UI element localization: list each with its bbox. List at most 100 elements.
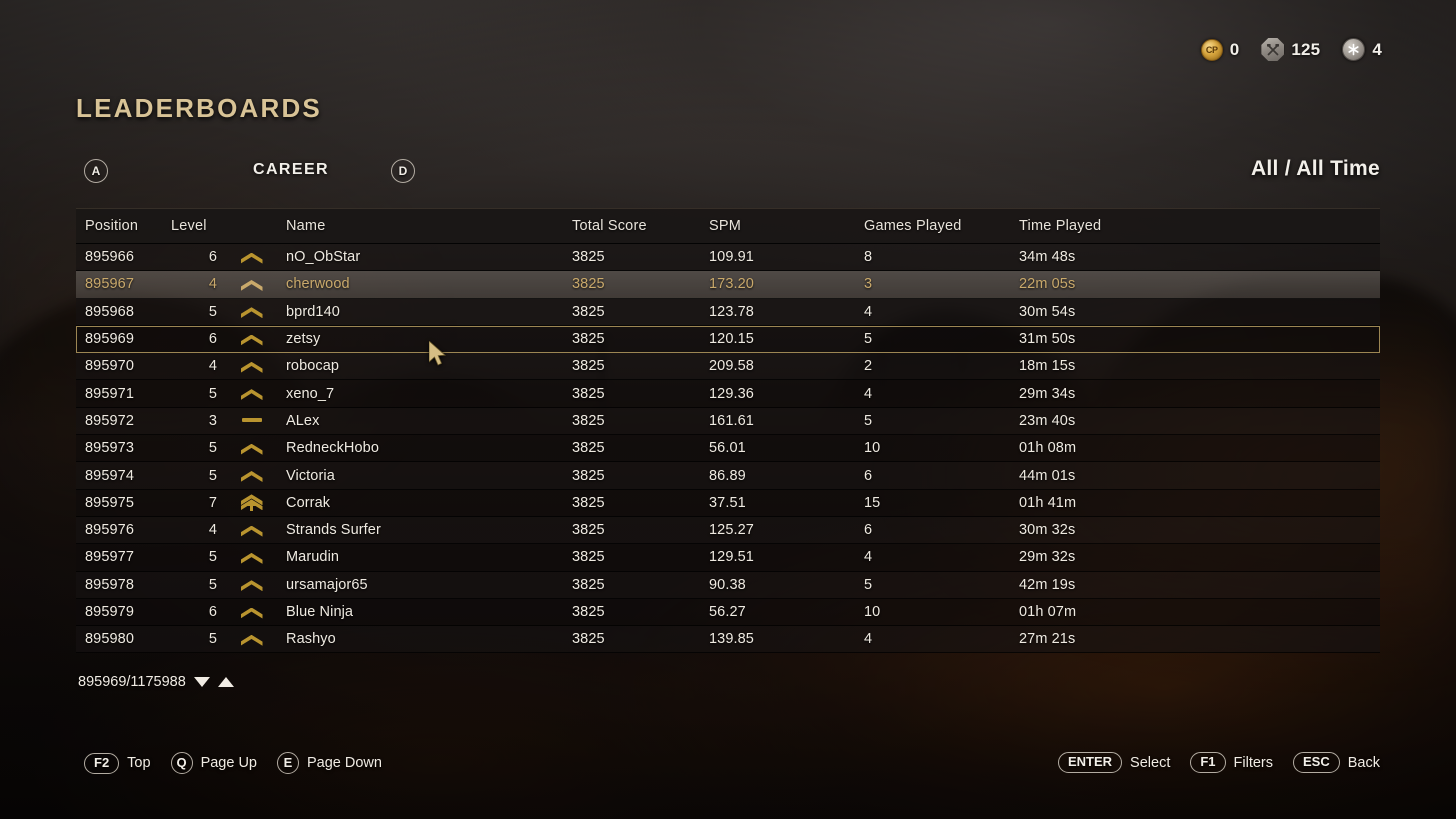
cell-total-score: 3825 xyxy=(572,467,605,484)
column-header-level: Level xyxy=(171,218,207,234)
cell-name: Marudin xyxy=(286,549,340,566)
cell-level: 5 xyxy=(208,549,217,566)
cell-spm: 173.20 xyxy=(709,276,754,293)
rank-chevron-icon xyxy=(239,331,265,348)
table-row[interactable]: 895969 6 zetsy 3825 120.15 5 31m 50s xyxy=(76,325,1380,354)
cell-name: Blue Ninja xyxy=(286,604,354,620)
scroll-down-icon[interactable] xyxy=(193,677,210,687)
table-row[interactable]: 895980 5 Rashyo 3825 139.85 4 27m 21s xyxy=(76,626,1380,654)
cell-level: 6 xyxy=(208,331,217,348)
table-row[interactable]: 895977 5 Marudin 3825 129.51 4 29m 32s xyxy=(76,544,1380,572)
screw-star-icon xyxy=(1342,38,1366,61)
cp-coin-label: CP xyxy=(1205,44,1218,55)
table-row[interactable]: 895966 6 nO_ObStar 3825 109.91 8 34m 48s xyxy=(76,244,1380,272)
cell-rank-insignia xyxy=(223,549,286,566)
cell-total-score: 3825 xyxy=(572,576,605,593)
cell-time-played: 31m 50s xyxy=(1019,331,1076,348)
cell-total-score: 3825 xyxy=(572,303,605,320)
cell-level: 5 xyxy=(208,467,217,484)
cell-spm: 123.78 xyxy=(709,303,754,320)
key-hint-label: Top xyxy=(127,755,151,771)
cell-spm: 129.36 xyxy=(709,385,754,402)
key-hint-top[interactable]: F2 Top xyxy=(84,752,151,774)
cell-level: 3 xyxy=(208,412,217,429)
table-row[interactable]: 895967 4 cherwood 3825 173.20 3 22m 05s xyxy=(76,271,1380,299)
cell-spm: 90.38 xyxy=(709,576,746,593)
key-hint-select[interactable]: ENTER Select xyxy=(1057,752,1171,773)
cell-rank-insignia xyxy=(223,467,286,484)
cell-spm: 125.27 xyxy=(709,522,754,539)
cell-total-score: 3825 xyxy=(572,440,605,457)
cell-games-played: 15 xyxy=(864,494,881,511)
table-row[interactable]: 895971 5 xeno_7 3825 129.36 4 29m 34s xyxy=(76,380,1380,408)
cell-level: 5 xyxy=(208,303,217,320)
table-row[interactable]: 895978 5 ursamajor65 3825 90.38 5 42m 19s xyxy=(76,571,1380,599)
key-hint-filters[interactable]: F1 Filters xyxy=(1190,752,1273,773)
cell-games-played: 4 xyxy=(864,385,873,402)
cell-spm: 109.91 xyxy=(709,249,754,266)
table-row[interactable]: 895970 4 robocap 3825 209.58 2 18m 15s xyxy=(76,353,1380,381)
keycap: E xyxy=(277,752,299,774)
cell-total-score: 3825 xyxy=(572,249,605,266)
cell-spm: 120.15 xyxy=(709,331,754,348)
cell-position: 895967 xyxy=(85,276,134,293)
cell-name: Rashyo xyxy=(286,631,336,648)
mouse-cursor xyxy=(429,341,446,366)
tab-prev-key-a[interactable]: A xyxy=(84,159,108,183)
table-row[interactable]: 895975 7 Corrak 3825 37.51 15 01h 41m xyxy=(76,489,1380,517)
column-header-total-score: Total Score xyxy=(572,218,647,234)
cell-rank-insignia xyxy=(223,604,286,621)
table-row[interactable]: 895974 5 Victoria 3825 86.89 6 44m 01s xyxy=(76,462,1380,490)
cell-games-played: 6 xyxy=(864,522,873,539)
scroll-up-icon[interactable] xyxy=(217,677,234,687)
table-row[interactable]: 895979 6 Blue Ninja 3825 56.27 10 01h 07m xyxy=(76,598,1380,627)
cell-rank-insignia xyxy=(223,522,286,539)
rank-chevron-icon xyxy=(239,576,265,593)
cell-total-score: 3825 xyxy=(572,331,605,348)
cell-rank-insignia xyxy=(223,358,286,375)
rank-chevron-icon xyxy=(239,604,265,621)
tab-current-career[interactable]: CAREER xyxy=(186,161,396,179)
key-hint-label: Select xyxy=(1130,754,1171,771)
table-row[interactable]: 895968 5 bprd140 3825 123.78 4 30m 54s xyxy=(76,298,1380,326)
page-title: LEADERBOARDS xyxy=(76,93,322,123)
tab-next-key-d[interactable]: D xyxy=(391,159,415,183)
rank-double-chevron-icon xyxy=(239,494,265,512)
cell-time-played: 01h 41m xyxy=(1019,494,1077,511)
cell-level: 5 xyxy=(208,631,217,648)
screws-value: 4 xyxy=(1372,39,1382,59)
rank-chevron-icon xyxy=(239,249,265,266)
cell-time-played: 01h 07m xyxy=(1019,604,1077,620)
cell-time-played: 23m 40s xyxy=(1019,412,1076,429)
cell-level: 5 xyxy=(208,440,217,457)
filter-status[interactable]: All / All Time xyxy=(1251,157,1380,181)
cell-level: 7 xyxy=(208,494,217,511)
cell-spm: 56.27 xyxy=(709,604,746,620)
cell-rank-insignia xyxy=(223,276,286,293)
cell-games-played: 4 xyxy=(864,631,873,648)
key-hint-back[interactable]: ESC Back xyxy=(1293,752,1380,773)
key-hint-page-up[interactable]: Q Page Up xyxy=(170,752,257,774)
rank-chevron-icon xyxy=(239,276,265,293)
cell-name: nO_ObStar xyxy=(286,249,361,266)
table-body: 895966 6 nO_ObStar 3825 109.91 8 34m 48s 895967… xyxy=(76,244,1380,654)
cell-level: 6 xyxy=(208,604,217,620)
table-row[interactable]: 895976 4 Strands Surfer 3825 125.27 6 30m 32s xyxy=(76,516,1380,545)
rank-chevron-icon xyxy=(239,631,265,648)
key-hint-page-down[interactable]: E Page Down xyxy=(277,752,382,774)
cell-position: 895978 xyxy=(85,576,134,593)
table-row[interactable]: 895972 3 ALex 3825 161.61 5 23m 40s xyxy=(76,407,1380,436)
currency-cp: CP 0 xyxy=(1200,38,1240,61)
cell-total-score: 3825 xyxy=(572,358,605,375)
cell-spm: 209.58 xyxy=(709,358,754,375)
key-hint-label: Page Down xyxy=(307,755,382,771)
cell-total-score: 3825 xyxy=(572,276,605,293)
cell-level: 5 xyxy=(208,576,217,593)
cell-position: 895979 xyxy=(85,604,134,620)
pagination-text: 895969/1175988 xyxy=(78,674,186,690)
cell-rank-insignia xyxy=(223,440,286,457)
cell-games-played: 3 xyxy=(864,276,873,293)
table-row[interactable]: 895973 5 RedneckHobo 3825 56.01 10 01h 08m xyxy=(76,435,1380,463)
cell-time-played: 42m 19s xyxy=(1019,576,1076,593)
key-hint-label: Back xyxy=(1347,754,1380,771)
